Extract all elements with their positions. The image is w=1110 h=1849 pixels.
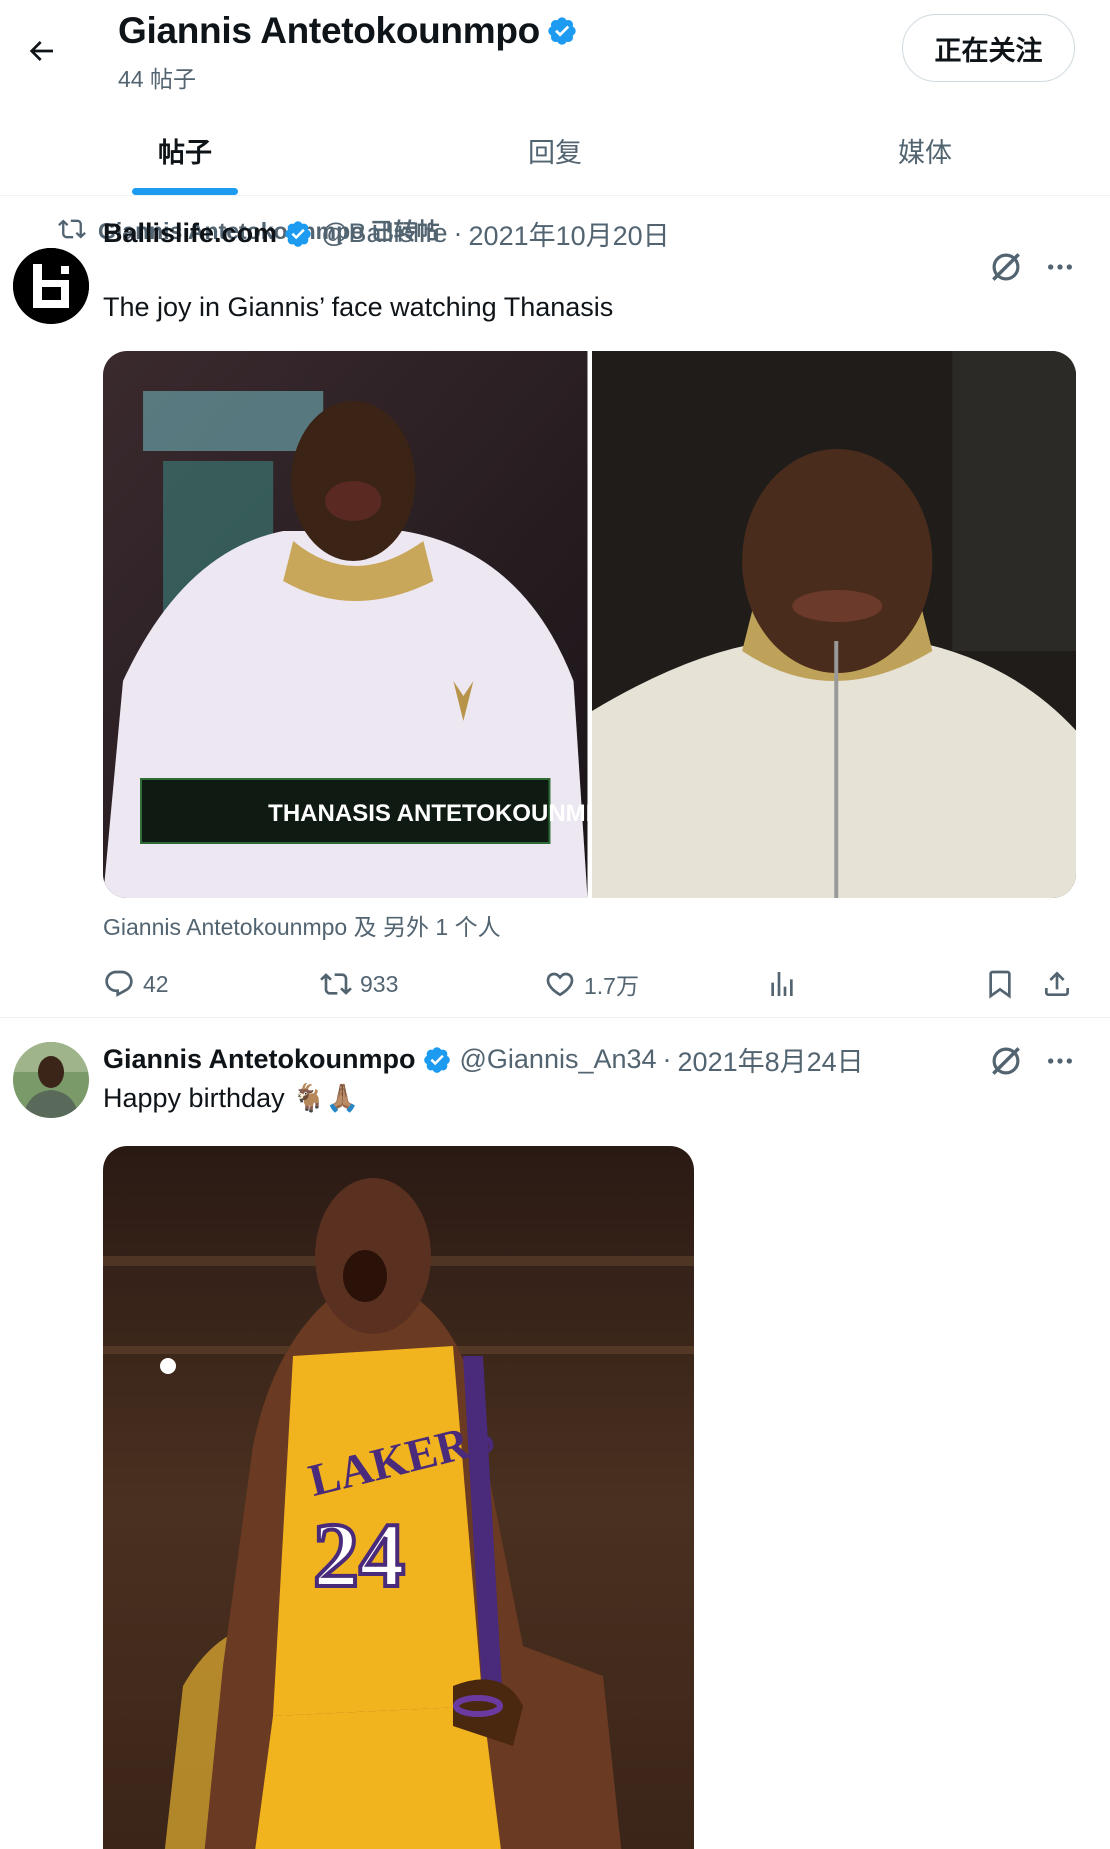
tweet-actions: 42 933 1.7万	[103, 962, 1079, 1006]
handle[interactable]: @Giannis_An34	[460, 1044, 657, 1075]
avatar[interactable]	[13, 1042, 89, 1118]
active-tab-indicator	[132, 188, 238, 195]
views-button[interactable]	[766, 962, 798, 1006]
views-icon	[771, 972, 793, 996]
header-title-row: Giannis Antetokounmpo	[118, 8, 578, 54]
tweet-date[interactable]: 2021年10月20日	[469, 214, 670, 253]
tweet-date[interactable]: 2021年8月24日	[678, 1040, 864, 1079]
profile-tabs: 帖子 回复 媒体	[0, 106, 1110, 196]
more-icon[interactable]	[1041, 248, 1079, 286]
share-icon	[1045, 971, 1069, 996]
tweet-text: Happy birthday 🐐🙏🏽	[103, 1083, 360, 1113]
tweet[interactable]: Giannis Antetokounmpo 已转帖 Ballislife.com…	[0, 196, 1110, 1018]
like-count: 1.7万	[584, 973, 639, 999]
bookmark-button[interactable]	[984, 962, 1016, 1006]
following-button[interactable]: 正在关注	[902, 14, 1075, 82]
tweet-text: The joy in Giannis’ face watching Thanas…	[103, 292, 614, 322]
reply-count: 42	[143, 970, 169, 997]
media-image-kobe[interactable]: LAKERS 24	[103, 1146, 694, 1849]
repost-button[interactable]: 933	[320, 962, 398, 1006]
retweet-icon	[320, 973, 352, 995]
like-button[interactable]: 1.7万	[544, 962, 639, 1006]
separator: ·	[453, 218, 463, 248]
tagged-users[interactable]: Giannis Antetokounmpo 及 另外 1 个人	[103, 908, 501, 942]
bookmark-icon	[989, 970, 1011, 999]
tab-label: 媒体	[898, 138, 952, 169]
media-image-thanasis[interactable]: THANASIS ANTETOKOUNMPO	[103, 351, 588, 898]
repost-count: 933	[360, 970, 399, 997]
tweet-header: Ballislife.com @Ballislife · 2021年10月20日	[103, 214, 670, 253]
jersey-number: 24	[313, 1504, 405, 1606]
handle[interactable]: @Ballislife	[321, 218, 447, 249]
retweet-icon	[58, 219, 86, 239]
reply-icon	[105, 970, 133, 997]
media-image-giannis[interactable]	[591, 351, 1076, 898]
verified-badge-icon[interactable]	[422, 1045, 452, 1075]
avatar[interactable]	[13, 248, 89, 324]
display-name[interactable]: Ballislife.com	[103, 218, 277, 249]
post-count: 44 帖子	[118, 66, 196, 92]
grok-icon[interactable]	[987, 1042, 1025, 1080]
ballislife-logo	[13, 248, 89, 324]
tab-posts[interactable]: 帖子	[0, 106, 370, 195]
display-name[interactable]: Giannis Antetokounmpo	[103, 1044, 416, 1075]
verified-badge-icon[interactable]	[283, 219, 313, 249]
back-button[interactable]	[10, 20, 72, 82]
tab-media[interactable]: 媒体	[740, 106, 1110, 195]
reply-button[interactable]: 42	[103, 962, 169, 1006]
media-grid[interactable]: THANASIS ANTETOKOUNMPO	[103, 351, 1076, 898]
grok-icon[interactable]	[987, 248, 1025, 286]
more-icon[interactable]	[1041, 1042, 1079, 1080]
tweet[interactable]: Giannis Antetokounmpo @Giannis_An34 · 20…	[0, 1018, 1110, 1849]
separator: ·	[662, 1044, 672, 1074]
profile-header: Giannis Antetokounmpo 44 帖子 正在关注	[0, 0, 1110, 100]
share-button[interactable]	[1041, 962, 1073, 1006]
tweet-header: Giannis Antetokounmpo @Giannis_An34 · 20…	[103, 1040, 864, 1079]
profile-name: Giannis Antetokounmpo	[118, 10, 540, 51]
verified-badge-icon[interactable]	[546, 15, 578, 47]
tab-replies[interactable]: 回复	[370, 106, 740, 195]
tab-label: 帖子	[158, 138, 212, 169]
tab-label: 回复	[528, 138, 582, 169]
media-overlay-caption: THANASIS ANTETOKOUNMPO	[268, 800, 587, 827]
arrow-left-icon	[29, 41, 53, 61]
heart-icon	[546, 972, 574, 997]
